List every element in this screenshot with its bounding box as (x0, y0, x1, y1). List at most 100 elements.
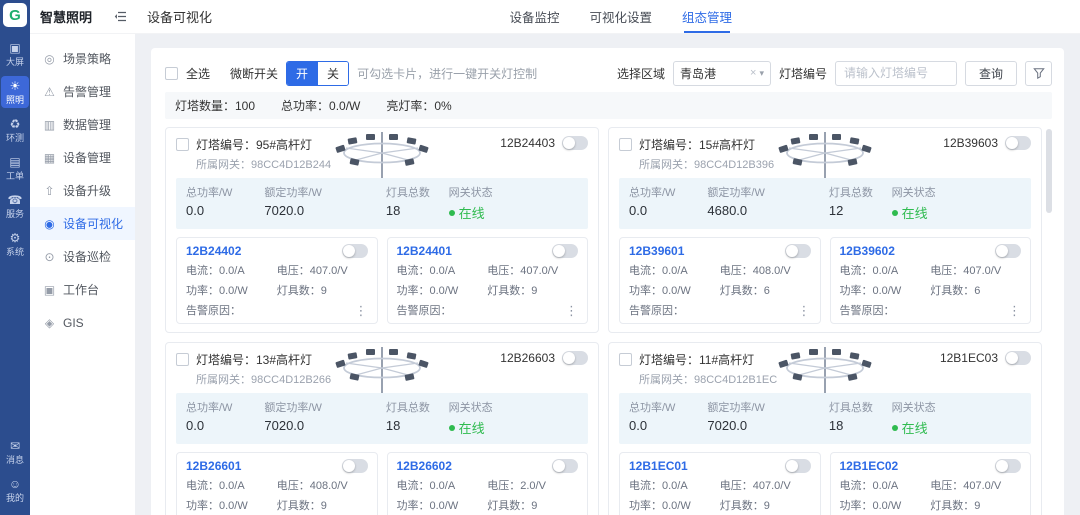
switch-on-button[interactable]: 开 (287, 62, 317, 85)
inspection-icon: ⊙ (43, 250, 56, 264)
high-mast-tower-image (773, 347, 877, 393)
topbar: 智慧照明 设备可视化 设备监控 可视化设置 组态管理 (30, 0, 1080, 34)
switch-off-button[interactable]: 关 (317, 62, 348, 85)
sidebar-item[interactable]: ▥ 数据管理 (30, 108, 135, 141)
sidebar-item[interactable]: ▦ 设备管理 (30, 141, 135, 174)
rail-item-label: 环测 (6, 133, 24, 143)
rated-power-value: 7020.0 (707, 418, 829, 433)
device-switch-toggle[interactable] (552, 244, 578, 258)
sidebar-item[interactable]: ⇧ 设备升级 (30, 174, 135, 207)
device-id-link[interactable]: 12B1EC02 (840, 459, 899, 473)
sidebar-item[interactable]: ◉ 设备可视化 (30, 207, 135, 240)
app-rail: G ▣ 大屏 ☀ 照明 ♻ 环测 ▤ 工单 ☎ 服务 (0, 0, 30, 515)
rail-item[interactable]: ♻ 环测 (1, 114, 29, 146)
gateway-status-value: 在线 (902, 418, 928, 437)
device-subcards: 12B24402 电流：0.0/A 电压：407.0/V (176, 237, 588, 324)
more-menu-icon[interactable]: ⋮ (565, 305, 578, 316)
rail-item[interactable]: ▣ 大屏 (1, 38, 29, 70)
device-id-link[interactable]: 12B24402 (186, 244, 241, 258)
tower-switch-toggle[interactable] (562, 351, 588, 365)
clear-icon[interactable]: × (750, 67, 756, 79)
rail-item[interactable]: ▤ 工单 (1, 152, 29, 184)
more-menu-icon[interactable]: ⋮ (355, 305, 368, 316)
gateway-status-label: 网关状态 (449, 184, 578, 200)
rated-power-label: 额定功率/W (707, 399, 829, 415)
sidebar-collapse-button[interactable] (114, 11, 127, 22)
scrollbar-thumb[interactable] (1046, 129, 1052, 213)
device-switch-toggle[interactable] (995, 459, 1021, 473)
app: G ▣ 大屏 ☀ 照明 ♻ 环测 ▤ 工单 ☎ 服务 (0, 0, 1080, 515)
gateway-label: 所属网关：98CC4D12B266 (196, 371, 331, 387)
device-id-link[interactable]: 12B39601 (629, 244, 684, 258)
gateway-status-value: 在线 (459, 203, 485, 222)
page-title: 设备可视化 (147, 7, 212, 26)
device-id-link[interactable]: 12B24401 (397, 244, 452, 258)
environment-icon: ♻ (10, 118, 21, 131)
device-switch-toggle[interactable] (785, 244, 811, 258)
tower-number-input[interactable] (835, 61, 957, 86)
sidebar-item[interactable]: ⊙ 设备巡检 (30, 240, 135, 273)
card-checkbox[interactable] (176, 138, 189, 151)
sidebar: ◎ 场景策略 ⚠ 告警管理 ▥ 数据管理 ▦ (30, 34, 135, 515)
device-power: 功率：0.0/W (629, 497, 720, 513)
card-checkbox[interactable] (176, 353, 189, 366)
online-dot (449, 210, 455, 216)
more-menu-icon[interactable]: ⋮ (1008, 305, 1021, 316)
device-subcards: 12B1EC01 电流：0.0/A 电压：407.0/V (619, 452, 1031, 515)
rail-item[interactable]: ⚙ 系统 (1, 228, 29, 260)
more-menu-icon[interactable]: ⋮ (798, 305, 811, 316)
tab[interactable]: 设备监控 (509, 0, 559, 33)
tab[interactable]: 可视化设置 (589, 0, 652, 33)
sidebar-item[interactable]: ⚠ 告警管理 (30, 75, 135, 108)
device-current: 电流：0.0/A (186, 262, 277, 278)
gateway-status-label: 网关状态 (892, 184, 1021, 200)
rail-item[interactable]: ☀ 照明 (1, 76, 29, 108)
device-voltage: 电压：407.0/V (720, 477, 811, 493)
tower-card: 灯塔编号：13#高杆灯 所属网关：98CC4D12B266 (165, 342, 599, 515)
total-power-label: 总功率/W (629, 184, 707, 200)
region-select[interactable]: 青岛港 × ▾ (673, 61, 771, 86)
select-all-checkbox[interactable] (165, 67, 178, 80)
gateway-status-value: 在线 (459, 418, 485, 437)
tower-title: 灯塔编号：13#高杆灯 (196, 351, 331, 368)
lamp-total-label: 灯具总数 (386, 399, 449, 415)
card-stats: 总功率/W 0.0 额定功率/W 7020.0 灯具总数 (176, 178, 588, 229)
device-id-link[interactable]: 12B1EC01 (629, 459, 688, 473)
device-lamps: 灯具数：9 (930, 497, 1021, 513)
cards-grid: 灯塔编号：95#高杆灯 所属网关：98CC4D12B244 (165, 127, 1052, 515)
filter-button[interactable] (1025, 61, 1052, 86)
tower-no-label: 灯塔编号 (779, 65, 827, 82)
card-header: 灯塔编号：15#高杆灯 所属网关：98CC4D12B396 (619, 136, 1031, 178)
app-title: 智慧照明 (40, 7, 92, 26)
device-switch-toggle[interactable] (995, 244, 1021, 258)
device-switch-toggle[interactable] (785, 459, 811, 473)
device-card: 12B39601 电流：0.0/A 电压：408.0/V (619, 237, 821, 324)
sidebar-item[interactable]: ◎ 场景策略 (30, 42, 135, 75)
sidebar-item[interactable]: ▣ 工作台 (30, 273, 135, 306)
rail-item-label: 服务 (6, 209, 24, 219)
device-switch-toggle[interactable] (342, 459, 368, 473)
light-rate: 亮灯率：0% (386, 97, 451, 114)
device-lamps: 灯具数：9 (277, 282, 368, 298)
tower-switch-toggle[interactable] (562, 136, 588, 150)
device-current: 电流：0.0/A (397, 262, 488, 278)
rail-item-label: 我的 (6, 493, 24, 503)
device-id-link[interactable]: 12B26601 (186, 459, 241, 473)
rail-item[interactable]: ☺ 我的 (1, 474, 29, 506)
tab[interactable]: 组态管理 (682, 0, 732, 33)
card-checkbox[interactable] (619, 353, 632, 366)
card-checkbox[interactable] (619, 138, 632, 151)
alarm-reason-label: 告警原因： (186, 302, 241, 318)
tower-switch-toggle[interactable] (1005, 351, 1031, 365)
rail-item[interactable]: ☎ 服务 (1, 190, 29, 222)
device-switch-toggle[interactable] (552, 459, 578, 473)
lamp-total-value: 18 (386, 203, 449, 218)
sidebar-item[interactable]: ◈ GIS (30, 306, 135, 339)
rail-item[interactable]: ✉ 消息 (1, 436, 29, 468)
tower-switch-toggle[interactable] (1005, 136, 1031, 150)
device-id-link[interactable]: 12B26602 (397, 459, 452, 473)
device-switch-toggle[interactable] (342, 244, 368, 258)
sidebar-item-label: 设备巡检 (63, 248, 111, 265)
search-button[interactable]: 查询 (965, 61, 1017, 86)
device-id-link[interactable]: 12B39602 (840, 244, 895, 258)
